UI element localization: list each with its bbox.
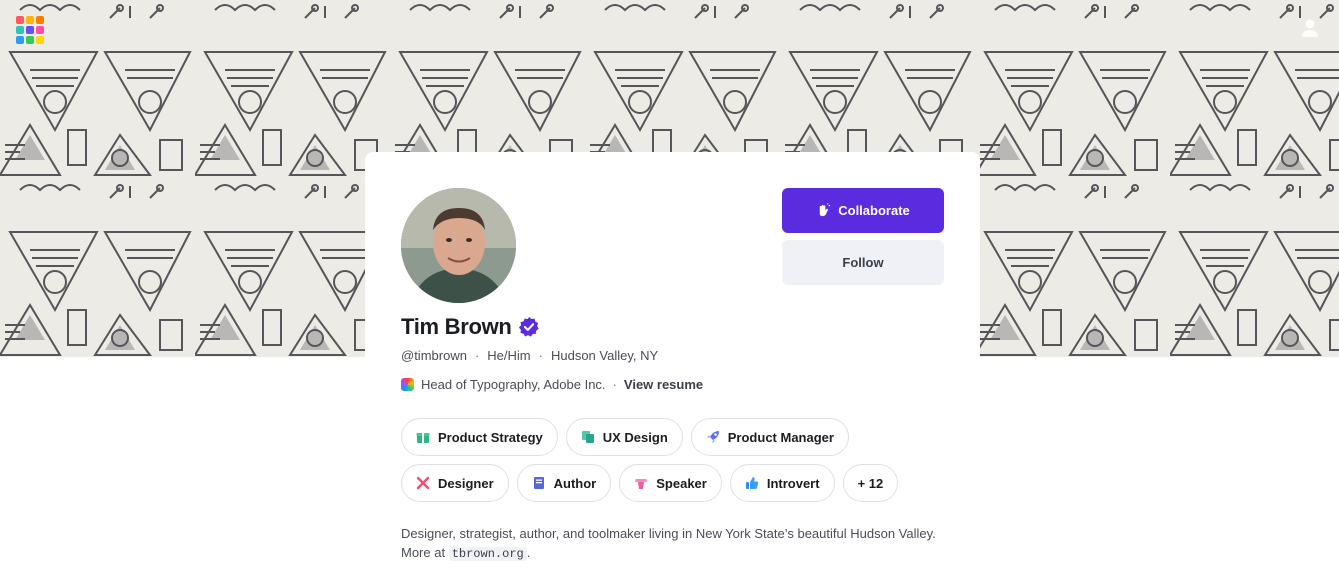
tag-introvert[interactable]: Introvert [729, 464, 835, 502]
collaborate-button[interactable]: Collaborate [782, 188, 944, 233]
tag-speaker[interactable]: Speaker [619, 464, 722, 502]
thumbs-up-icon [745, 477, 758, 489]
user-icon[interactable] [1301, 18, 1319, 38]
profile-meta: @timbrown · He/Him · Hudson Valley, NY [401, 348, 658, 363]
tag-ux-design[interactable]: UX Design [565, 418, 683, 456]
job-title: Head of Typography, Adobe Inc. [421, 377, 606, 392]
book-icon [533, 477, 544, 489]
profile-bio: Designer, strategist, author, and toolma… [401, 524, 941, 564]
profile-name-row: Tim Brown [401, 314, 540, 340]
bio-text: Designer, strategist, author, and toolma… [401, 526, 936, 541]
podium-icon [635, 479, 648, 489]
follow-button[interactable]: Follow [782, 240, 944, 285]
bio-suffix: . [526, 545, 531, 560]
verified-badge-icon [518, 316, 539, 337]
profile-pronouns: He/Him [487, 348, 531, 363]
profile-job: Head of Typography, Adobe Inc. · View re… [401, 377, 703, 392]
profile-location: Hudson Valley, NY [550, 348, 659, 363]
collaborate-label: Collaborate [838, 203, 910, 218]
bio-more-line: More at tbrown.org. [401, 543, 941, 564]
separator: · [474, 348, 480, 363]
app-grid-logo[interactable] [15, 15, 45, 45]
tag-author[interactable]: Author [516, 464, 612, 502]
separator: · [612, 377, 617, 392]
view-resume-link[interactable]: View resume [624, 377, 703, 392]
profile-handle: @timbrown [401, 348, 467, 363]
rocket-icon [706, 431, 719, 443]
tools-icon [416, 476, 430, 490]
copy-icon [581, 431, 594, 443]
website-link[interactable]: tbrown.org [448, 547, 527, 561]
gift-icon [416, 433, 430, 443]
avatar-portrait [401, 188, 516, 303]
wave-hand-icon [819, 203, 831, 217]
avatar [401, 188, 516, 303]
separator: · [538, 348, 543, 363]
skill-tags: Product Strategy UX Design Product Manag… [401, 418, 921, 510]
profile-card: Collaborate Follow Tim Brown @timbrown ·… [365, 152, 980, 568]
tag-product-strategy[interactable]: Product Strategy [401, 418, 558, 456]
tag-product-manager[interactable]: Product Manager [690, 418, 849, 456]
tag-designer[interactable]: Designer [401, 464, 509, 502]
tag-more[interactable]: + 12 [842, 464, 899, 502]
company-logo-icon [401, 378, 414, 391]
bio-more-prefix: More at [401, 545, 446, 560]
profile-name: Tim Brown [401, 314, 512, 339]
